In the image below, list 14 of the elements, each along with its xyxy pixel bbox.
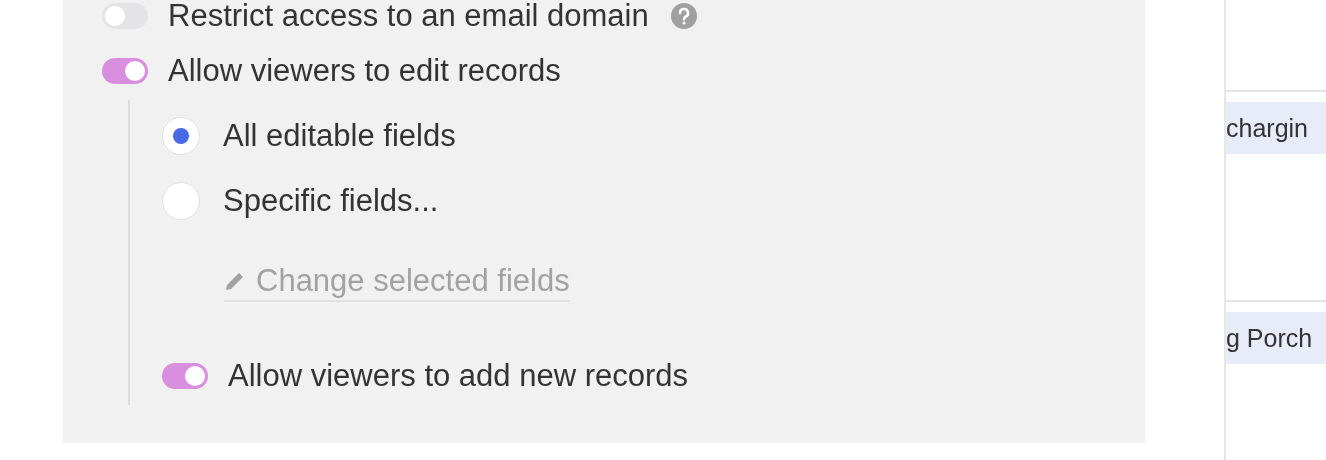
setting-label: Allow viewers to edit records [168,53,561,89]
toggle-switch[interactable] [102,3,148,29]
table-cell: chargin [1226,102,1326,154]
help-icon[interactable] [670,3,697,29]
table-cell: g Porch [1226,312,1326,364]
pencil-icon [224,270,246,292]
radio-button[interactable] [162,182,200,220]
toggle-switch[interactable] [102,58,148,84]
option-label: All editable fields [223,118,456,154]
setting-label: Restrict access to an email domain [168,0,649,34]
setting-label: Allow viewers to add new records [228,358,689,394]
radio-button[interactable] [162,117,200,155]
toggle-switch[interactable] [162,363,208,389]
option-label: Specific fields... [223,183,439,219]
